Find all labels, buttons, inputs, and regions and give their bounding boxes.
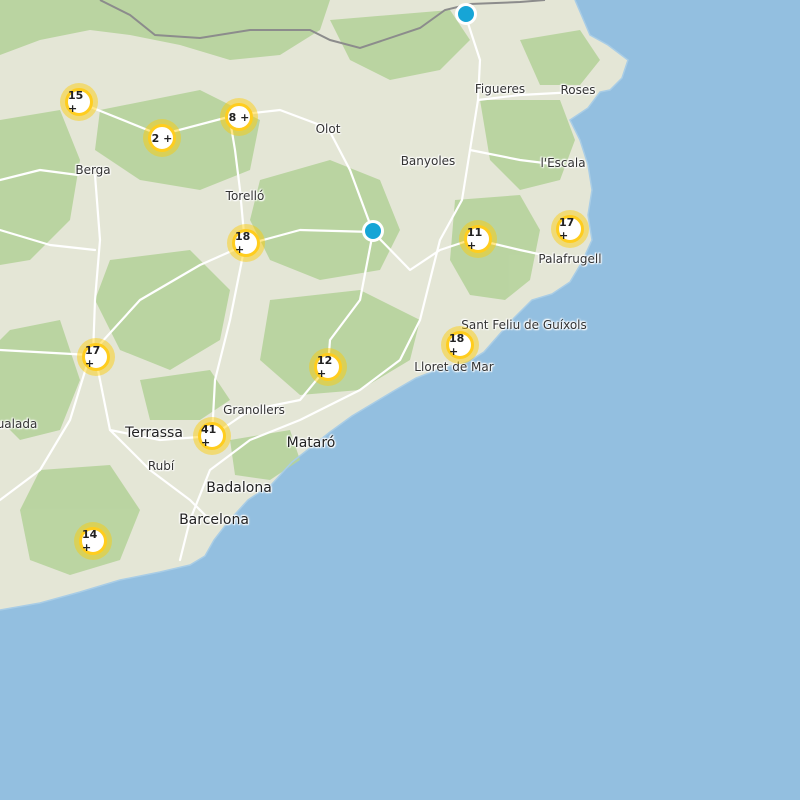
place-label-rubi: Rubí bbox=[147, 459, 175, 473]
cluster-count: 11 + bbox=[467, 226, 483, 252]
place-label-terrassa: Terrassa bbox=[125, 425, 183, 441]
cluster-count: 2 + bbox=[151, 131, 173, 145]
place-label-banyoles: Banyoles bbox=[400, 154, 456, 168]
cluster-count: 18 + bbox=[235, 230, 251, 256]
cluster-count: 17 + bbox=[559, 216, 575, 242]
place-label-torello: Torelló bbox=[225, 189, 265, 203]
place-label-olot: Olot bbox=[315, 122, 341, 136]
place-label-palafrugell: Palafrugell bbox=[538, 252, 602, 266]
place-label-figueres: Figueres bbox=[474, 82, 526, 96]
cluster-marker[interactable]: 17 + bbox=[77, 338, 115, 376]
cluster-count: 15 + bbox=[68, 89, 84, 115]
cluster-marker[interactable]: 18 + bbox=[227, 224, 265, 262]
cluster-marker[interactable]: 18 + bbox=[441, 326, 479, 364]
place-label-lescala: l'Escala bbox=[540, 156, 586, 170]
cluster-marker[interactable]: 12 + bbox=[309, 348, 347, 386]
cluster-count: 14 + bbox=[82, 528, 98, 554]
place-label-sant-feliu-de-guixols: Sant Feliu de Guíxols bbox=[461, 318, 587, 332]
cluster-marker[interactable]: 17 + bbox=[551, 210, 589, 248]
cluster-marker[interactable]: 15 + bbox=[60, 83, 98, 121]
place-label-igualada: ualada bbox=[0, 417, 38, 431]
map[interactable]: Figueres Roses Olot Banyoles l'Escala Be… bbox=[0, 0, 800, 800]
location-marker-icon[interactable] bbox=[455, 3, 477, 25]
cluster-count: 8 + bbox=[228, 110, 250, 124]
cluster-count: 17 + bbox=[85, 344, 101, 370]
place-label-roses: Roses bbox=[560, 83, 596, 97]
location-marker-icon[interactable] bbox=[362, 220, 384, 242]
cluster-marker[interactable]: 11 + bbox=[459, 220, 497, 258]
place-label-berga: Berga bbox=[75, 163, 111, 177]
place-label-granollers: Granollers bbox=[223, 403, 285, 417]
cluster-count: 18 + bbox=[449, 332, 465, 358]
cluster-count: 12 + bbox=[317, 354, 333, 380]
cluster-marker[interactable]: 2 + bbox=[143, 119, 181, 157]
cluster-marker[interactable]: 41 + bbox=[193, 417, 231, 455]
cluster-marker[interactable]: 8 + bbox=[220, 98, 258, 136]
cluster-marker[interactable]: 14 + bbox=[74, 522, 112, 560]
map-base-layer bbox=[0, 0, 629, 611]
place-label-barcelona: Barcelona bbox=[179, 512, 249, 528]
cluster-count: 41 + bbox=[201, 423, 217, 449]
place-label-mataro: Mataró bbox=[286, 435, 336, 451]
place-label-badalona: Badalona bbox=[206, 480, 272, 496]
